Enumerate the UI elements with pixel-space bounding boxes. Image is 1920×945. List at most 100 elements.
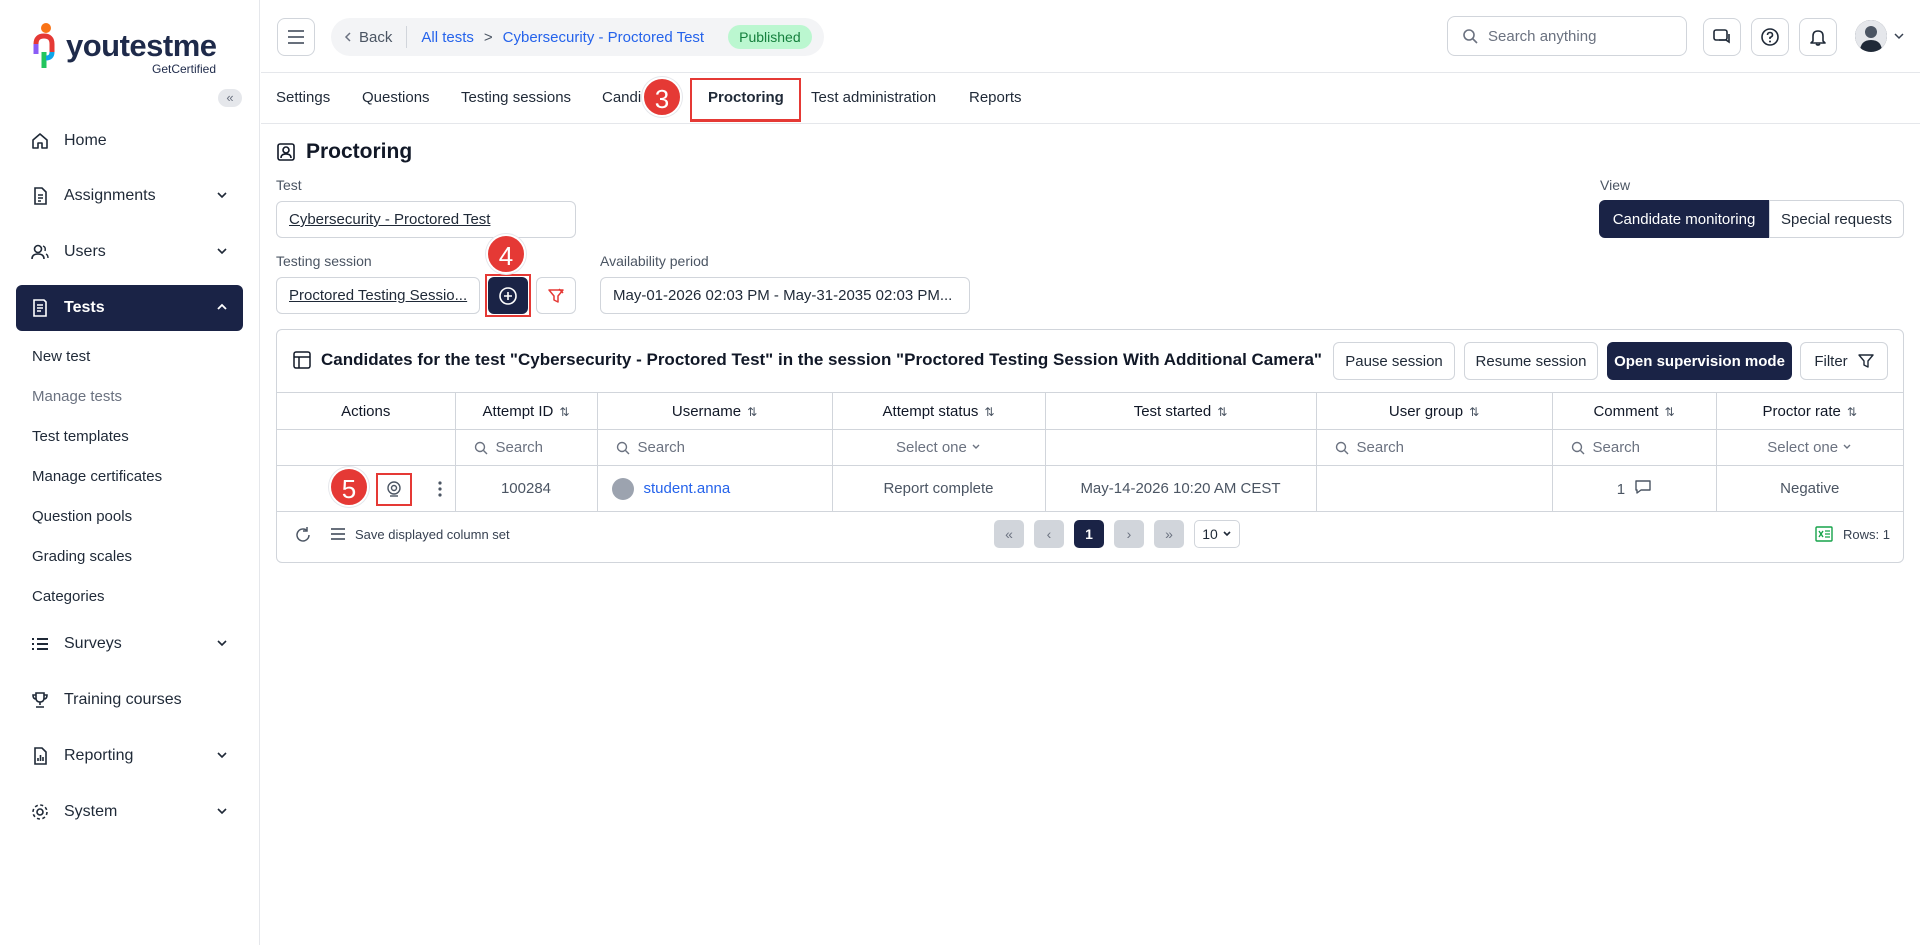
column-header-user-group[interactable]: User group ⇅ [1315, 392, 1553, 430]
page-size-select[interactable]: 10 [1194, 520, 1240, 548]
filter-user-group[interactable]: Search [1315, 429, 1553, 466]
sort-icon[interactable]: ⇅ [1847, 405, 1857, 419]
sidebar-item-home[interactable]: Home [16, 118, 243, 164]
comment-icon[interactable] [1635, 479, 1651, 494]
sidebar-item-label: Reporting [64, 747, 134, 764]
sidebar-item-reporting[interactable]: Reporting [16, 733, 243, 779]
column-header-label: Proctor rate [1762, 402, 1841, 420]
column-header-proctor-rate[interactable]: Proctor rate ⇅ [1715, 392, 1903, 430]
refresh-icon[interactable] [294, 526, 312, 544]
step-marker-5: 5 [329, 467, 369, 507]
sort-icon[interactable]: ⇅ [984, 405, 994, 419]
sort-icon[interactable]: ⇅ [747, 405, 757, 419]
tab-questions[interactable]: Questions [362, 89, 430, 106]
chevron-up-icon [217, 303, 227, 310]
filter-username[interactable]: Search [596, 429, 833, 466]
column-header-test-started[interactable]: Test started ⇅ [1044, 392, 1317, 430]
pause-session-button[interactable]: Pause session [1333, 342, 1455, 380]
test-label: Test [276, 177, 302, 193]
user-avatar[interactable] [1855, 20, 1887, 52]
sort-icon[interactable]: ⇅ [1664, 405, 1674, 419]
current-page[interactable]: 1 [1074, 520, 1104, 548]
help-button[interactable] [1751, 18, 1789, 56]
column-header-attempt-id[interactable]: Attempt ID ⇅ [454, 392, 598, 430]
breadcrumb-current-test[interactable]: Cybersecurity - Proctored Test [503, 29, 704, 46]
column-header-attempt-status[interactable]: Attempt status ⇅ [831, 392, 1046, 430]
view-candidate-monitoring-button[interactable]: Candidate monitoring [1599, 200, 1769, 238]
chevron-down-icon[interactable] [1893, 30, 1905, 42]
sidebar-item-surveys[interactable]: Surveys [16, 621, 243, 667]
tab-test-administration[interactable]: Test administration [811, 89, 936, 106]
collapse-sidebar-button[interactable]: « [218, 89, 242, 107]
sidebar-item-assignments[interactable]: Assignments [16, 173, 243, 219]
sidebar-item-training-courses[interactable]: Training courses [16, 677, 243, 723]
bell-icon [1810, 30, 1826, 46]
filter-attempt-status[interactable]: Select one [831, 429, 1046, 466]
username-cell: student.anna [596, 465, 833, 512]
sidebar-sub-manage-certificates[interactable]: Manage certificates [32, 468, 162, 485]
proctoring-tab-highlight [690, 78, 801, 122]
global-search-input[interactable]: Search anything [1447, 16, 1687, 56]
next-page-button[interactable]: › [1114, 520, 1144, 548]
sidebar-sub-categories[interactable]: Categories [32, 588, 105, 605]
resume-session-button[interactable]: Resume session [1464, 342, 1598, 380]
sort-icon[interactable]: ⇅ [1217, 405, 1227, 419]
more-vertical-icon[interactable] [438, 480, 442, 498]
testing-session-select[interactable]: Proctored Testing Sessio... [276, 277, 480, 314]
attempt-status-cell: Report complete [831, 465, 1046, 512]
column-header-label: Attempt ID [482, 402, 554, 420]
sidebar-item-system[interactable]: System [16, 789, 243, 835]
sidebar-sub-question-pools[interactable]: Question pools [32, 508, 132, 525]
webcam-icon[interactable] [385, 480, 403, 498]
sidebar-sub-test-templates[interactable]: Test templates [32, 428, 129, 445]
availability-field[interactable]: May-01-2026 02:03 PM - May-31-2035 02:03… [600, 277, 970, 314]
sidebar-sub-new-test[interactable]: New test [32, 348, 90, 365]
filter-attempt-id[interactable]: Search [454, 429, 598, 466]
menu-toggle-button[interactable] [277, 18, 315, 56]
chat-icon [1713, 29, 1730, 44]
logo[interactable]: youtestme GetCertified [32, 22, 232, 78]
sidebar-item-tests[interactable]: Tests [16, 285, 243, 331]
sidebar-item-users[interactable]: Users [16, 229, 243, 275]
column-header-comment[interactable]: Comment ⇅ [1551, 392, 1717, 430]
previous-page-button[interactable]: ‹ [1034, 520, 1064, 548]
sidebar-sub-grading-scales[interactable]: Grading scales [32, 548, 132, 565]
username-link[interactable]: student.anna [644, 480, 731, 497]
comment-cell[interactable]: 1 [1551, 465, 1717, 512]
gear-icon [30, 802, 50, 822]
sidebar-sub-manage-tests[interactable]: Manage tests [32, 388, 122, 405]
sort-icon[interactable]: ⇅ [1469, 405, 1479, 419]
table-header-row: Actions Attempt ID ⇅ Username ⇅ Attempt st… [277, 392, 1903, 430]
rows-count: Rows: 1 [1843, 527, 1890, 542]
home-icon [30, 131, 50, 151]
filter-proctor-rate[interactable]: Select one [1715, 429, 1903, 466]
open-supervision-mode-button[interactable]: Open supervision mode [1607, 342, 1792, 380]
messages-button[interactable] [1703, 18, 1741, 56]
view-special-requests-button[interactable]: Special requests [1769, 200, 1904, 238]
filter-button[interactable]: Filter [1800, 342, 1888, 380]
testing-session-value: Proctored Testing Sessio... [289, 287, 468, 304]
first-page-button[interactable]: « [994, 520, 1024, 548]
excel-export-icon[interactable] [1815, 525, 1833, 543]
last-page-button[interactable]: » [1154, 520, 1184, 548]
search-icon [474, 441, 487, 454]
sort-icon[interactable]: ⇅ [559, 405, 569, 419]
clear-session-filter-button[interactable] [536, 277, 576, 314]
filter-comment[interactable]: Search [1551, 429, 1717, 466]
tab-settings[interactable]: Settings [276, 89, 330, 106]
filter-test-started[interactable] [1044, 429, 1317, 466]
chevron-down-icon [217, 192, 227, 199]
tab-reports[interactable]: Reports [969, 89, 1022, 106]
filter-select-placeholder: Select one [1767, 439, 1839, 456]
sidebar-item-label: System [64, 803, 118, 820]
filter-placeholder: Search [637, 439, 686, 456]
test-field[interactable]: Cybersecurity - Proctored Test [276, 201, 576, 238]
columns-menu-icon[interactable] [330, 528, 346, 540]
chevron-down-icon [217, 640, 227, 647]
save-column-set-link[interactable]: Save displayed column set [355, 527, 510, 542]
back-link[interactable]: Back [359, 29, 392, 46]
notifications-button[interactable] [1799, 18, 1837, 56]
breadcrumb-all-tests[interactable]: All tests [421, 29, 474, 46]
column-header-username[interactable]: Username ⇅ [596, 392, 833, 430]
tab-testing-sessions[interactable]: Testing sessions [461, 89, 571, 106]
